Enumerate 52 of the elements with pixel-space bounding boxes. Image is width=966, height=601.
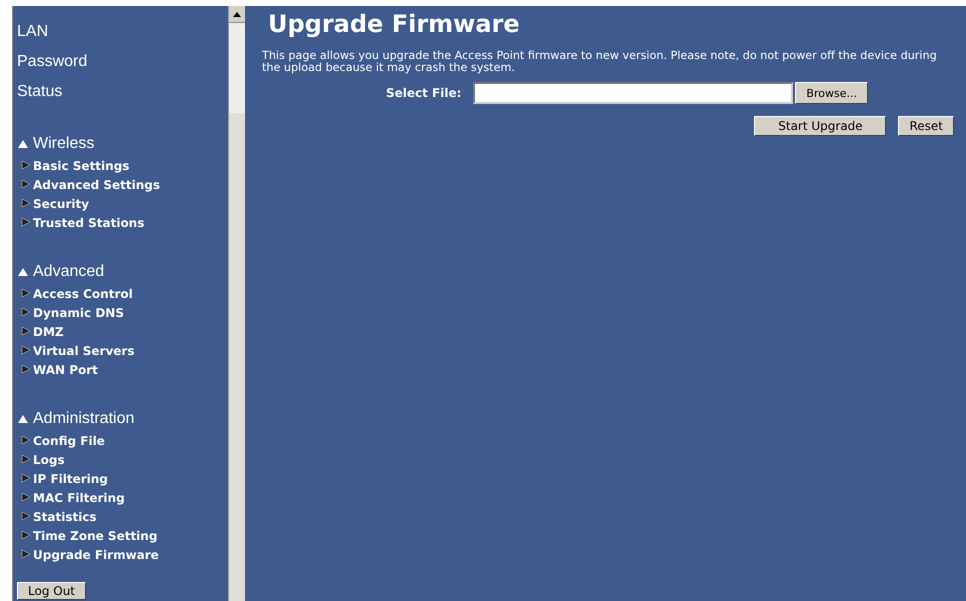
nav-item[interactable]: Statistics — [17, 507, 228, 526]
browse-button[interactable]: Browse... — [795, 82, 868, 104]
nav-item[interactable]: Access Control — [17, 284, 228, 303]
logout-button[interactable]: Log Out — [17, 582, 86, 600]
arrow-icon — [21, 160, 31, 172]
nav-item[interactable]: Trusted Stations — [17, 213, 228, 232]
scrollbar[interactable] — [228, 6, 245, 601]
arrow-icon — [21, 530, 31, 542]
file-input[interactable] — [473, 82, 794, 104]
arrow-icon — [21, 364, 31, 376]
nav-link[interactable]: Password — [17, 52, 228, 82]
arrow-icon — [21, 198, 31, 210]
arrow-icon — [21, 344, 31, 356]
action-button[interactable]: Reset — [898, 116, 954, 136]
nav-item[interactable]: IP Filtering — [17, 469, 228, 488]
arrow-icon — [21, 178, 31, 190]
nav-link[interactable]: Status — [17, 82, 228, 112]
nav-item[interactable]: Advanced Settings — [17, 175, 228, 194]
arrow-icon — [21, 492, 31, 504]
section-title: Wireless — [33, 135, 94, 153]
action-button[interactable]: Start Upgrade — [754, 116, 886, 136]
triangle-up-icon — [17, 267, 29, 277]
triangle-up-icon — [17, 139, 29, 149]
nav-link[interactable]: LAN — [17, 22, 228, 52]
scroll-up-icon[interactable] — [233, 12, 241, 16]
nav-item[interactable]: Dynamic DNS — [17, 303, 228, 322]
arrow-icon — [21, 288, 31, 300]
nav-item[interactable]: Config File — [17, 431, 228, 450]
arrow-icon — [21, 434, 31, 446]
nav-item[interactable]: Basic Settings — [17, 156, 228, 175]
description-text: This page allows you upgrade the Access Point firmware to new version. Please note, do not power off the device during the upload because it may crash the system. — [262, 50, 938, 74]
scrollbar-thumb[interactable] — [229, 23, 245, 113]
page-title: Upgrade Firmware — [268, 10, 521, 38]
nav-item[interactable]: Time Zone Setting — [17, 526, 228, 545]
arrow-icon — [21, 306, 31, 318]
field-label: Select File: — [386, 86, 462, 100]
arrow-icon — [21, 510, 31, 522]
nav-item[interactable]: Upgrade Firmware — [17, 545, 228, 564]
nav-item[interactable]: WAN Port — [17, 360, 228, 379]
nav-item[interactable]: Security — [17, 194, 228, 213]
arrow-icon — [21, 216, 31, 228]
nav-item[interactable]: DMZ — [17, 322, 228, 341]
arrow-icon — [21, 454, 31, 466]
arrow-icon — [21, 472, 31, 484]
nav-item[interactable]: MAC Filtering — [17, 488, 228, 507]
section-title: Administration — [33, 410, 134, 428]
arrow-icon — [21, 326, 31, 338]
nav-item[interactable]: Logs — [17, 450, 228, 469]
arrow-icon — [21, 548, 31, 560]
section-title: Advanced — [33, 263, 104, 281]
triangle-up-icon — [17, 414, 29, 424]
nav-item[interactable]: Virtual Servers — [17, 341, 228, 360]
